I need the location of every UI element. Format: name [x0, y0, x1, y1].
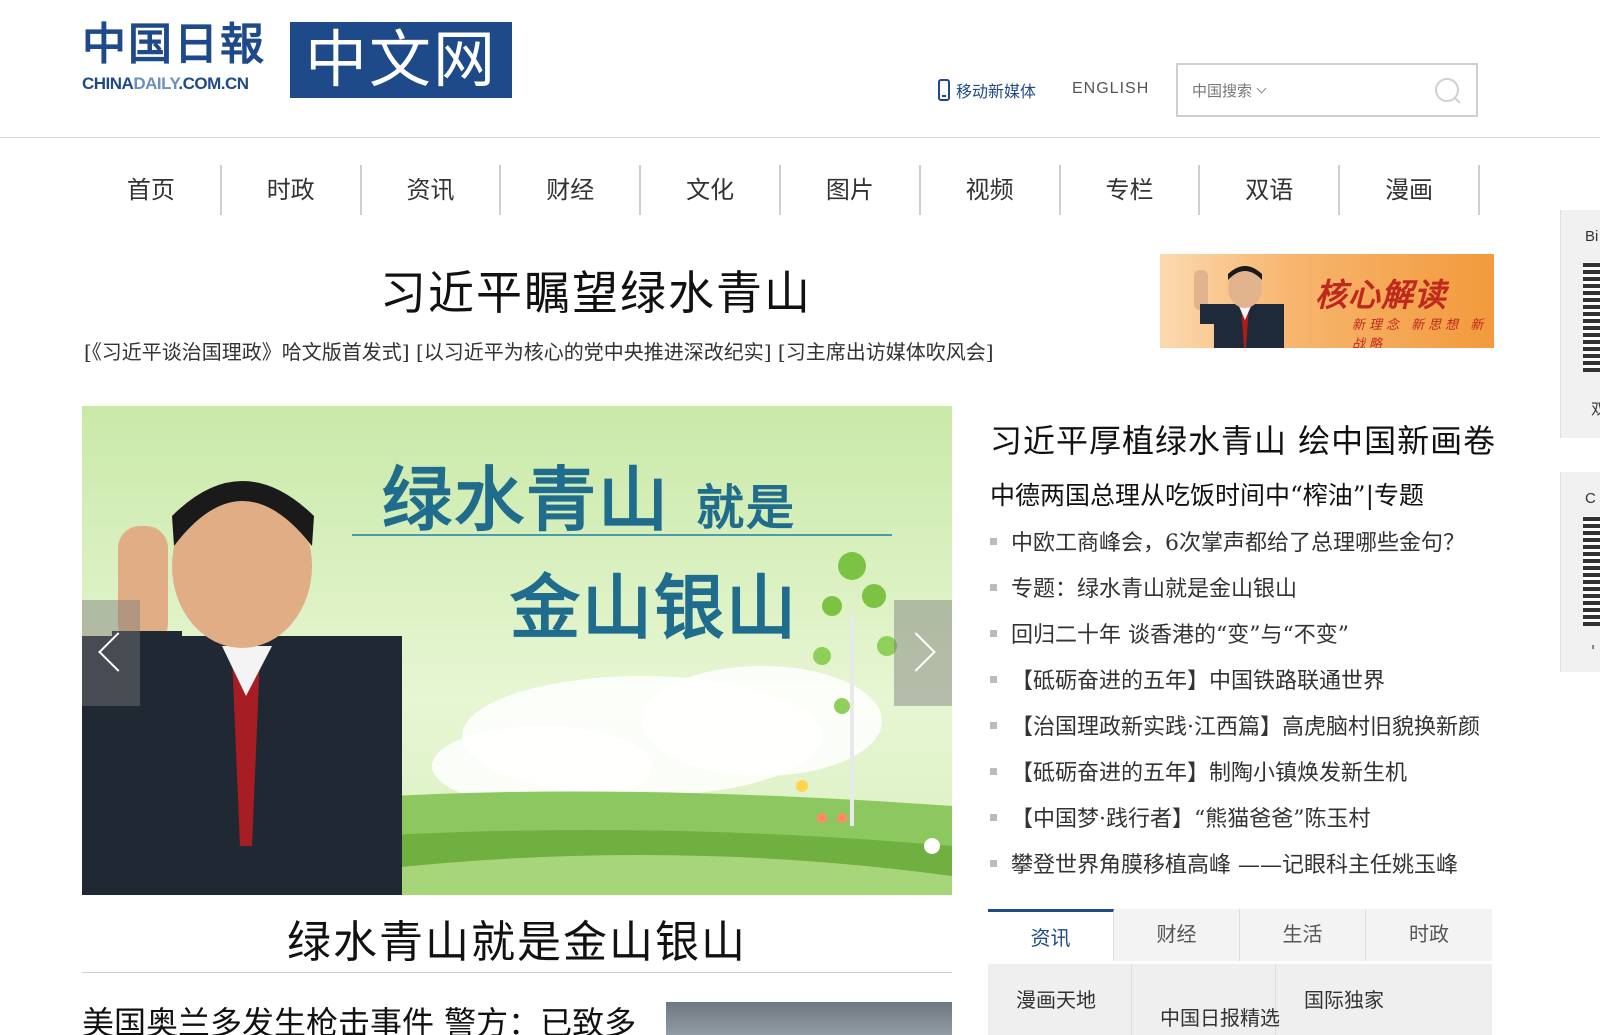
bullet-icon	[990, 813, 997, 821]
site-logo[interactable]: 中国日報 CHINADAILY.COM.CN 中文网	[82, 20, 512, 100]
chevron-left-icon	[98, 632, 138, 672]
qr-code-icon	[1583, 516, 1600, 626]
top-headline[interactable]: 习近平瞩望绿水青山	[380, 257, 812, 323]
slide-caption[interactable]: 绿水青山就是金山银山	[82, 906, 952, 970]
section-tabs: 资讯 财经 生活 时政	[988, 909, 1492, 961]
search-scope-label: 中国搜索	[1192, 83, 1253, 100]
list-item[interactable]: 回归二十年 谈香港的“变”与“不变”	[990, 610, 1480, 656]
chevron-right-icon	[896, 632, 936, 672]
tab-news[interactable]: 资讯	[988, 909, 1114, 961]
right-headline[interactable]: 习近平厚植绿水青山 绘中国新画卷	[990, 416, 1496, 462]
divider	[82, 972, 952, 973]
search-icon[interactable]	[1434, 77, 1462, 105]
side-qr-widget-2[interactable]: C '	[1560, 472, 1600, 672]
nav-item-columns[interactable]: 专栏	[1061, 165, 1201, 215]
slide-title-line2: 金山银山	[510, 567, 798, 649]
banner-title: 核心解读	[1315, 276, 1448, 314]
slider-prev-button[interactable]	[82, 600, 140, 706]
list-item[interactable]: 【中国梦·践行者】“熊猫爸爸”陈玉村	[990, 794, 1480, 840]
search-input[interactable]	[1284, 75, 1424, 105]
site-header: 中国日報 CHINADAILY.COM.CN 中文网 移动新媒体 ENGLISH…	[0, 0, 1600, 138]
list-item[interactable]: 专题：绿水青山就是金山银山	[990, 564, 1480, 610]
bullet-icon	[990, 859, 997, 867]
bullet-icon	[990, 537, 997, 545]
mobile-media-label: 移动新媒体	[956, 84, 1037, 101]
tab-sublinks: 漫画天地 中国日报精选 国际独家	[988, 964, 1492, 1035]
main-nav: 首页 时政 资讯 财经 文化 图片 视频 专栏 双语 漫画	[82, 165, 1480, 215]
sublink-comics[interactable]: 漫画天地	[988, 964, 1132, 1035]
phone-icon	[938, 79, 950, 101]
nav-item-bilingual[interactable]: 双语	[1200, 165, 1341, 215]
list-item[interactable]: 【砥砺奋进的五年】制陶小镇焕发新生机	[990, 748, 1480, 794]
search-box: 中国搜索	[1176, 63, 1478, 117]
mobile-media-link[interactable]: 移动新媒体	[938, 78, 1036, 102]
core-interpretation-banner[interactable]: 核心解读 新理念 新思想 新战略	[1160, 254, 1494, 348]
nav-item-news[interactable]: 资讯	[362, 165, 502, 215]
slide-title-line1: 绿水青山 就是	[382, 459, 797, 541]
qr-code-icon	[1583, 262, 1600, 372]
nav-item-culture[interactable]: 文化	[641, 165, 781, 215]
nav-item-home[interactable]: 首页	[82, 165, 222, 215]
side-widget-label: Bi	[1585, 228, 1599, 245]
featured-slider[interactable]: 绿水青山 就是 金山银山	[82, 406, 952, 895]
bullet-icon	[990, 721, 997, 729]
bullet-icon	[990, 583, 997, 591]
logo-english-text: CHINADAILY.COM.CN	[82, 74, 249, 93]
story-thumbnail[interactable]	[666, 1002, 952, 1035]
list-item[interactable]: 中欧工商峰会，6次掌声都给了总理哪些金句？	[990, 518, 1480, 564]
headline-sublinks[interactable]: [《习近平谈治国理政》哈文版首发式] [以习近平为核心的党中央推进深改纪实] […	[84, 336, 994, 365]
bullet-icon	[990, 767, 997, 775]
china-daily-logo: 中国日報 CHINADAILY.COM.CN	[82, 20, 282, 100]
banner-subtitle: 新理念 新思想 新战略	[1352, 318, 1488, 348]
side-widget-label: C	[1585, 490, 1596, 507]
list-item[interactable]: 【治国理政新实践·江西篇】高虎脑村旧貌换新颜	[990, 702, 1480, 748]
chevron-down-icon	[1256, 83, 1267, 94]
tab-life[interactable]: 生活	[1240, 909, 1366, 961]
side-widget-caption: 双	[1591, 398, 1600, 419]
leader-photo	[1194, 266, 1284, 348]
nav-item-finance[interactable]: 财经	[501, 165, 642, 215]
nav-item-politics[interactable]: 时政	[222, 165, 362, 215]
tab-finance[interactable]: 财经	[1114, 909, 1240, 961]
list-item[interactable]: 攀登世界角膜移植高峰 ——记眼科主任姚玉峰	[990, 840, 1480, 886]
right-subheadline[interactable]: 中德两国总理从吃饭时间中“榨油”|专题	[990, 476, 1424, 512]
logo-zhongwenwang: 中文网	[290, 22, 512, 98]
logo-chinese-text: 中国日報	[82, 19, 266, 70]
sublink-chinadaily-picks[interactable]: 中国日报精选	[1132, 964, 1280, 1035]
search-scope-dropdown[interactable]: 中国搜索	[1192, 80, 1267, 101]
nav-item-photos[interactable]: 图片	[781, 165, 921, 215]
nav-item-video[interactable]: 视频	[921, 165, 1061, 215]
bullet-icon	[990, 629, 997, 637]
nav-item-comics[interactable]: 漫画	[1340, 165, 1480, 215]
side-widget-caption: '	[1591, 642, 1596, 660]
news-list: 中欧工商峰会，6次掌声都给了总理哪些金句？ 专题：绿水青山就是金山银山 回归二十…	[990, 518, 1480, 886]
slider-next-button[interactable]	[894, 600, 952, 706]
side-qr-widget[interactable]: Bi 双	[1560, 210, 1600, 438]
bullet-icon	[990, 675, 997, 683]
english-link[interactable]: ENGLISH	[1072, 80, 1149, 98]
list-item[interactable]: 【砥砺奋进的五年】中国铁路联通世界	[990, 656, 1480, 702]
tab-politics[interactable]: 时政	[1366, 909, 1492, 961]
sublink-intl-exclusive[interactable]: 国际独家	[1276, 964, 1420, 1035]
story-headline[interactable]: 美国奥兰多发生枪击事件 警方：已致多	[82, 998, 636, 1035]
